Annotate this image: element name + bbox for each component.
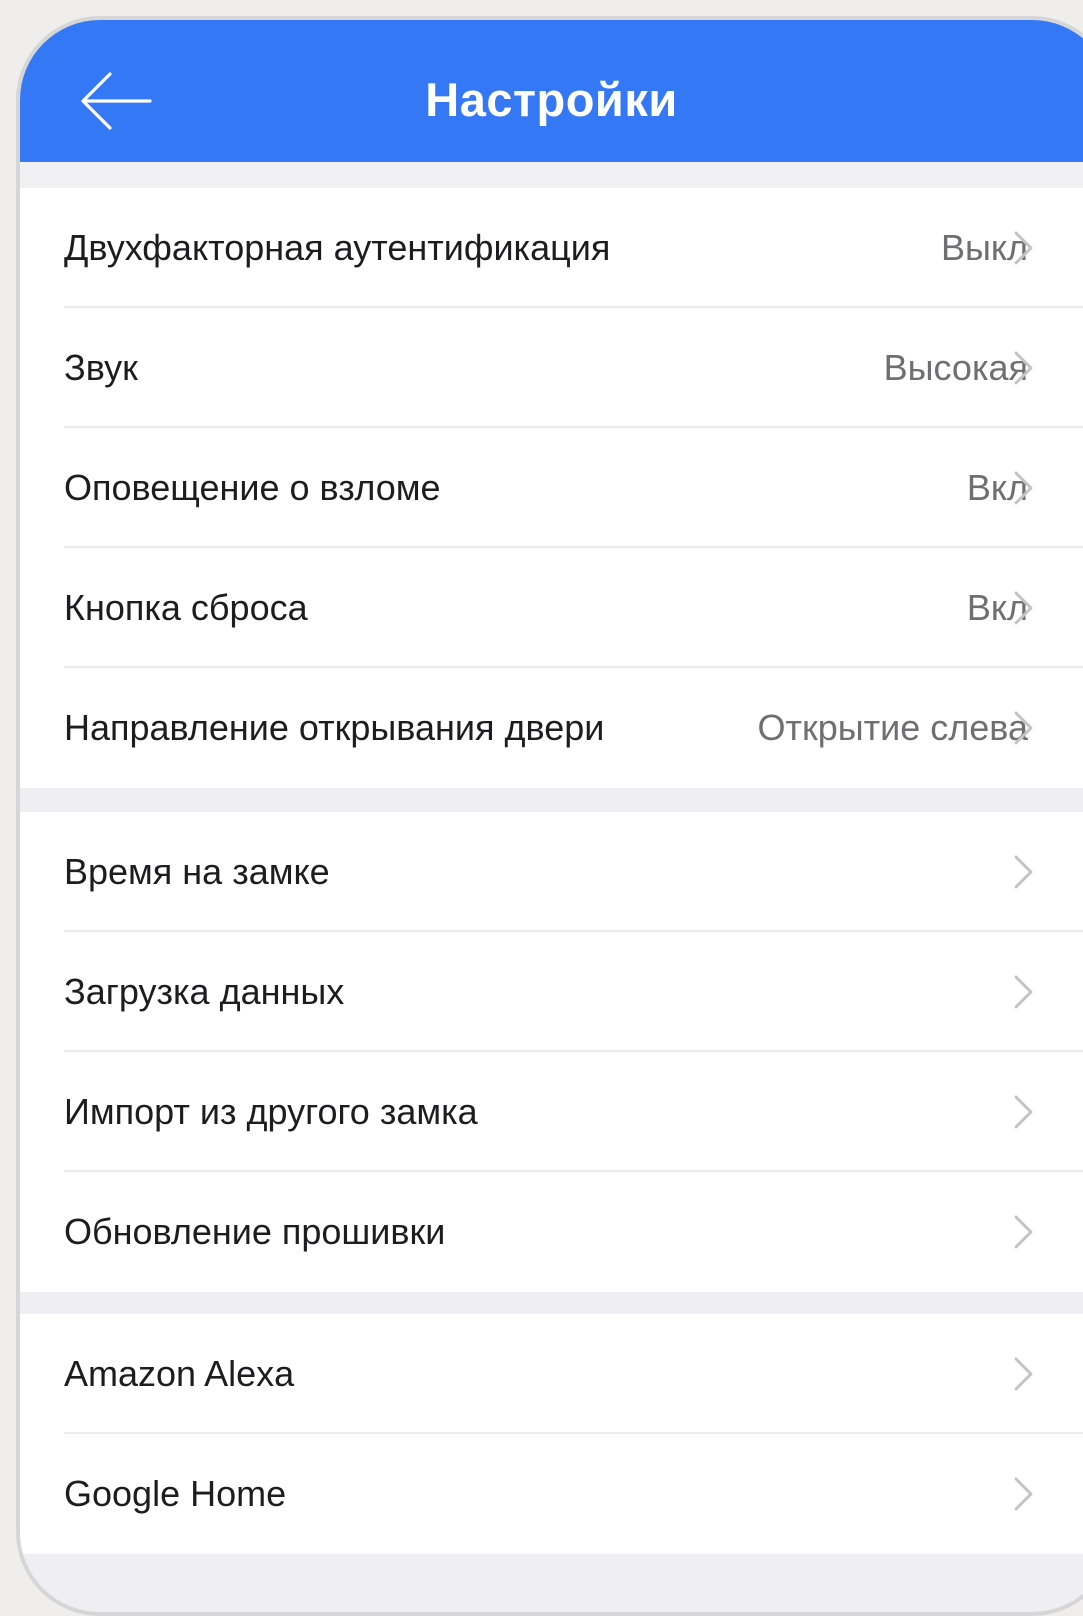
setting-row-reset-button[interactable]: Кнопка сброса Вкл bbox=[20, 548, 1083, 668]
setting-value: Высокая bbox=[883, 347, 1028, 388]
chevron-right-icon bbox=[1013, 710, 1035, 746]
settings-group-security: Двухфакторная аутентификация Выкл Звук В… bbox=[20, 188, 1083, 788]
settings-group-lock: Время на замке Загрузка данных Импорт из… bbox=[20, 812, 1083, 1292]
chevron-right-icon bbox=[1013, 350, 1035, 386]
chevron-right-icon bbox=[1013, 854, 1035, 890]
setting-label: Amazon Alexa bbox=[64, 1353, 295, 1394]
setting-row-door-direction[interactable]: Направление открывания двери Открытие сл… bbox=[20, 668, 1083, 788]
setting-label: Импорт из другого замка bbox=[64, 1091, 478, 1132]
setting-row-amazon-alexa[interactable]: Amazon Alexa bbox=[20, 1314, 1083, 1434]
chevron-right-icon bbox=[1013, 974, 1035, 1010]
setting-label: Кнопка сброса bbox=[64, 587, 308, 628]
chevron-right-icon bbox=[1013, 230, 1035, 266]
page-title: Настройки bbox=[425, 73, 678, 126]
settings-group-integrations: Amazon Alexa Google Home bbox=[20, 1314, 1083, 1554]
setting-row-data-upload[interactable]: Загрузка данных bbox=[20, 932, 1083, 1052]
setting-value: Открытие слева bbox=[757, 707, 1028, 748]
setting-label: Направление открывания двери bbox=[64, 707, 605, 748]
section-spacer bbox=[20, 162, 1083, 188]
chevron-right-icon bbox=[1013, 1094, 1035, 1130]
setting-row-firmware-update[interactable]: Обновление прошивки bbox=[20, 1172, 1083, 1292]
chevron-right-icon bbox=[1013, 470, 1035, 506]
chevron-right-icon bbox=[1013, 1214, 1035, 1250]
phone-frame: Настройки Двухфакторная аутентификация В… bbox=[16, 16, 1083, 1616]
setting-label: Оповещение о взломе bbox=[64, 467, 441, 508]
setting-row-two-factor[interactable]: Двухфакторная аутентификация Выкл bbox=[20, 188, 1083, 308]
setting-label: Google Home bbox=[64, 1473, 287, 1514]
setting-row-google-home[interactable]: Google Home bbox=[20, 1434, 1083, 1554]
setting-label: Загрузка данных bbox=[64, 971, 345, 1012]
chevron-right-icon bbox=[1013, 1476, 1035, 1512]
setting-label: Обновление прошивки bbox=[64, 1211, 446, 1252]
app-header: Настройки bbox=[20, 20, 1083, 162]
setting-label: Время на замке bbox=[64, 851, 330, 892]
setting-row-tamper-alert[interactable]: Оповещение о взломе Вкл bbox=[20, 428, 1083, 548]
setting-label: Звук bbox=[64, 347, 138, 388]
setting-row-lock-time[interactable]: Время на замке bbox=[20, 812, 1083, 932]
chevron-right-icon bbox=[1013, 1356, 1035, 1392]
setting-row-import-lock[interactable]: Импорт из другого замка bbox=[20, 1052, 1083, 1172]
chevron-right-icon bbox=[1013, 590, 1035, 626]
setting-row-sound[interactable]: Звук Высокая bbox=[20, 308, 1083, 428]
setting-label: Двухфакторная аутентификация bbox=[64, 227, 611, 268]
